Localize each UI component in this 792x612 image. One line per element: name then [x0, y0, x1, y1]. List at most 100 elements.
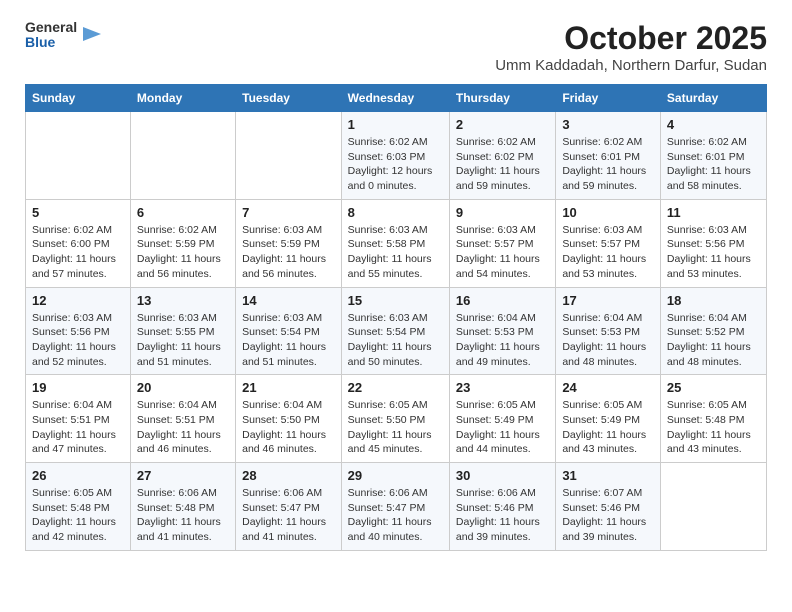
calendar-cell: 21 Sunrise: 6:04 AM Sunset: 5:50 PM Dayl…: [236, 375, 342, 463]
sunrise: Sunrise: 6:02 AM: [348, 136, 428, 148]
calendar-cell: 2 Sunrise: 6:02 AM Sunset: 6:02 PM Dayli…: [449, 112, 555, 200]
sunset: Sunset: 6:01 PM: [667, 151, 745, 163]
calendar-cell: 27 Sunrise: 6:06 AM Sunset: 5:48 PM Dayl…: [130, 463, 235, 551]
calendar-cell: 8 Sunrise: 6:03 AM Sunset: 5:58 PM Dayli…: [341, 199, 449, 287]
day-info: Sunrise: 6:04 AM Sunset: 5:51 PM Dayligh…: [32, 398, 124, 457]
sunset: Sunset: 6:03 PM: [348, 151, 426, 163]
sunset: Sunset: 5:54 PM: [242, 326, 320, 338]
calendar-cell: 28 Sunrise: 6:06 AM Sunset: 5:47 PM Dayl…: [236, 463, 342, 551]
day-number: 22: [348, 380, 443, 395]
sunrise: Sunrise: 6:05 AM: [667, 399, 747, 411]
daylight-hours: Daylight: 11 hours and 49 minutes.: [456, 341, 540, 368]
sunset: Sunset: 5:51 PM: [32, 414, 110, 426]
calendar-week-row: 12 Sunrise: 6:03 AM Sunset: 5:56 PM Dayl…: [26, 287, 767, 375]
sunset: Sunset: 5:50 PM: [242, 414, 320, 426]
calendar-week-row: 1 Sunrise: 6:02 AM Sunset: 6:03 PM Dayli…: [26, 112, 767, 200]
calendar-cell: 9 Sunrise: 6:03 AM Sunset: 5:57 PM Dayli…: [449, 199, 555, 287]
sunrise: Sunrise: 6:06 AM: [242, 487, 322, 499]
sunrise: Sunrise: 6:03 AM: [137, 312, 217, 324]
calendar-cell: 16 Sunrise: 6:04 AM Sunset: 5:53 PM Dayl…: [449, 287, 555, 375]
day-number: 1: [348, 117, 443, 132]
daylight-hours: Daylight: 11 hours and 51 minutes.: [242, 341, 326, 368]
day-number: 11: [667, 205, 760, 220]
daylight-hours: Daylight: 11 hours and 48 minutes.: [562, 341, 646, 368]
daylight-hours: Daylight: 11 hours and 39 minutes.: [562, 516, 646, 543]
calendar-cell: 3 Sunrise: 6:02 AM Sunset: 6:01 PM Dayli…: [556, 112, 661, 200]
daylight-hours: Daylight: 11 hours and 59 minutes.: [456, 165, 540, 192]
sunrise: Sunrise: 6:03 AM: [348, 224, 428, 236]
calendar-week-row: 26 Sunrise: 6:05 AM Sunset: 5:48 PM Dayl…: [26, 463, 767, 551]
day-info: Sunrise: 6:03 AM Sunset: 5:59 PM Dayligh…: [242, 223, 335, 282]
sunset: Sunset: 5:53 PM: [456, 326, 534, 338]
day-info: Sunrise: 6:03 AM Sunset: 5:57 PM Dayligh…: [456, 223, 549, 282]
day-info: Sunrise: 6:06 AM Sunset: 5:48 PM Dayligh…: [137, 486, 229, 545]
sunrise: Sunrise: 6:02 AM: [456, 136, 536, 148]
calendar-cell: 26 Sunrise: 6:05 AM Sunset: 5:48 PM Dayl…: [26, 463, 131, 551]
daylight-hours: Daylight: 11 hours and 44 minutes.: [456, 429, 540, 456]
sunrise: Sunrise: 6:05 AM: [32, 487, 112, 499]
sunset: Sunset: 5:58 PM: [348, 238, 426, 250]
day-info: Sunrise: 6:05 AM Sunset: 5:50 PM Dayligh…: [348, 398, 443, 457]
calendar-cell: 4 Sunrise: 6:02 AM Sunset: 6:01 PM Dayli…: [660, 112, 766, 200]
daylight-hours: Daylight: 11 hours and 43 minutes.: [667, 429, 751, 456]
calendar-cell: 22 Sunrise: 6:05 AM Sunset: 5:50 PM Dayl…: [341, 375, 449, 463]
daylight-hours: Daylight: 11 hours and 48 minutes.: [667, 341, 751, 368]
day-number: 2: [456, 117, 549, 132]
daylight-hours: Daylight: 11 hours and 46 minutes.: [242, 429, 326, 456]
day-info: Sunrise: 6:02 AM Sunset: 6:00 PM Dayligh…: [32, 223, 124, 282]
sunrise: Sunrise: 6:04 AM: [456, 312, 536, 324]
day-number: 5: [32, 205, 124, 220]
sunrise: Sunrise: 6:04 AM: [562, 312, 642, 324]
col-header-tuesday: Tuesday: [236, 85, 342, 112]
sunrise: Sunrise: 6:06 AM: [348, 487, 428, 499]
sunset: Sunset: 5:54 PM: [348, 326, 426, 338]
daylight-hours: Daylight: 11 hours and 39 minutes.: [456, 516, 540, 543]
day-number: 28: [242, 468, 335, 483]
daylight-hours: Daylight: 11 hours and 52 minutes.: [32, 341, 116, 368]
calendar-cell: 13 Sunrise: 6:03 AM Sunset: 5:55 PM Dayl…: [130, 287, 235, 375]
day-info: Sunrise: 6:06 AM Sunset: 5:47 PM Dayligh…: [348, 486, 443, 545]
col-header-wednesday: Wednesday: [341, 85, 449, 112]
daylight-hours: Daylight: 11 hours and 58 minutes.: [667, 165, 751, 192]
title-area: October 2025 Umm Kaddadah, Northern Darf…: [495, 20, 767, 74]
day-number: 16: [456, 293, 549, 308]
daylight-hours: Daylight: 11 hours and 42 minutes.: [32, 516, 116, 543]
day-number: 23: [456, 380, 549, 395]
daylight-hours: Daylight: 11 hours and 41 minutes.: [137, 516, 221, 543]
sunrise: Sunrise: 6:03 AM: [242, 312, 322, 324]
logo-general: General: [25, 20, 77, 35]
sunset: Sunset: 5:59 PM: [137, 238, 215, 250]
daylight-hours: Daylight: 11 hours and 57 minutes.: [32, 253, 116, 280]
calendar-cell: 12 Sunrise: 6:03 AM Sunset: 5:56 PM Dayl…: [26, 287, 131, 375]
day-number: 13: [137, 293, 229, 308]
calendar-week-row: 19 Sunrise: 6:04 AM Sunset: 5:51 PM Dayl…: [26, 375, 767, 463]
sunrise: Sunrise: 6:06 AM: [137, 487, 217, 499]
sunrise: Sunrise: 6:03 AM: [456, 224, 536, 236]
calendar-cell: 17 Sunrise: 6:04 AM Sunset: 5:53 PM Dayl…: [556, 287, 661, 375]
day-number: 4: [667, 117, 760, 132]
calendar-cell: 20 Sunrise: 6:04 AM Sunset: 5:51 PM Dayl…: [130, 375, 235, 463]
daylight-hours: Daylight: 11 hours and 59 minutes.: [562, 165, 646, 192]
daylight-hours: Daylight: 11 hours and 53 minutes.: [562, 253, 646, 280]
sunset: Sunset: 5:48 PM: [32, 502, 110, 514]
sunset: Sunset: 5:57 PM: [456, 238, 534, 250]
day-info: Sunrise: 6:05 AM Sunset: 5:49 PM Dayligh…: [562, 398, 654, 457]
sunset: Sunset: 5:52 PM: [667, 326, 745, 338]
daylight-hours: Daylight: 11 hours and 41 minutes.: [242, 516, 326, 543]
daylight-hours: Daylight: 11 hours and 50 minutes.: [348, 341, 432, 368]
daylight-hours: Daylight: 11 hours and 54 minutes.: [456, 253, 540, 280]
sunrise: Sunrise: 6:02 AM: [32, 224, 112, 236]
sunrise: Sunrise: 6:05 AM: [562, 399, 642, 411]
location: Umm Kaddadah, Northern Darfur, Sudan: [495, 57, 767, 74]
calendar-cell: 30 Sunrise: 6:06 AM Sunset: 5:46 PM Dayl…: [449, 463, 555, 551]
sunset: Sunset: 5:46 PM: [456, 502, 534, 514]
sunset: Sunset: 5:46 PM: [562, 502, 640, 514]
calendar-cell: [660, 463, 766, 551]
day-number: 14: [242, 293, 335, 308]
logo-blue: Blue: [25, 35, 77, 50]
day-number: 17: [562, 293, 654, 308]
day-info: Sunrise: 6:03 AM Sunset: 5:54 PM Dayligh…: [348, 311, 443, 370]
col-header-saturday: Saturday: [660, 85, 766, 112]
day-info: Sunrise: 6:03 AM Sunset: 5:54 PM Dayligh…: [242, 311, 335, 370]
day-info: Sunrise: 6:02 AM Sunset: 6:02 PM Dayligh…: [456, 135, 549, 194]
